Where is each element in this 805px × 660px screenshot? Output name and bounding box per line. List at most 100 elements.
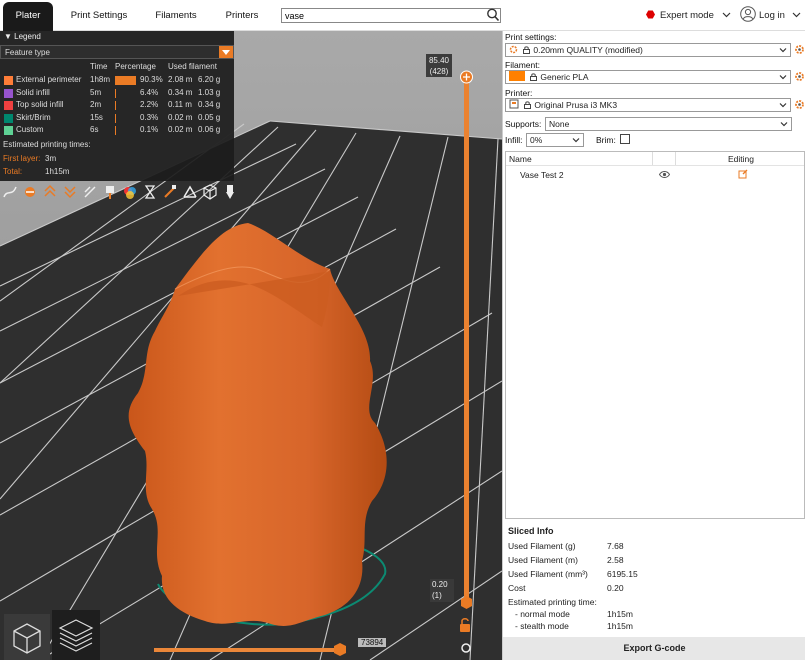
collapse-icon: ▼ — [4, 32, 15, 41]
infill-combo[interactable]: 0% — [526, 133, 584, 147]
chevron-down-icon — [779, 103, 787, 108]
legend-weight: 6.20 g — [198, 75, 221, 84]
gear-icon[interactable] — [794, 71, 805, 82]
pause-prints-icon[interactable] — [142, 183, 158, 201]
legend-percentage: 90.3% — [140, 75, 163, 84]
infill-value: 0% — [530, 135, 543, 145]
search-icon[interactable] — [486, 7, 500, 23]
top-bar: Plater Print Settings Filaments Printers… — [0, 0, 805, 31]
legend-col-used-filament: Used filament — [168, 62, 217, 71]
print-settings-combo[interactable]: 0.20mm QUALITY (modified) — [505, 43, 791, 57]
stealth-mode-value: 1h15m — [607, 621, 633, 631]
legend-length: 0.11 m — [168, 100, 192, 110]
custom-gcodes-icon[interactable] — [162, 183, 178, 201]
travel-icon[interactable] — [2, 183, 18, 201]
legend-feature-name: Skirt/Brim — [16, 112, 51, 122]
user-icon — [740, 6, 756, 22]
eye-icon[interactable] — [659, 170, 670, 179]
total-label: Total: — [3, 167, 23, 176]
filament-value: Generic PLA — [540, 72, 589, 82]
legend-feature-name: Solid infill — [16, 87, 50, 97]
legend-row[interactable]: Custom 6s 0.1% 0.02 m 0.06 g — [0, 124, 234, 136]
3d-viewport[interactable]: ▼ Legend Feature type Time Percentage Us… — [0, 31, 502, 660]
login-button[interactable]: Log in — [740, 5, 801, 27]
estimated-times-label: Estimated printing times: — [3, 140, 91, 149]
col-name-header[interactable]: Name — [509, 154, 532, 164]
tab-printers[interactable]: Printers — [218, 0, 266, 31]
cost-label: Cost — [508, 583, 526, 593]
filament-color-swatch[interactable] — [509, 71, 525, 81]
legend-row[interactable]: Skirt/Brim 15s 0.3% 0.02 m 0.05 g — [0, 112, 234, 124]
chevron-down-icon — [779, 75, 787, 80]
object-list: Name Editing Vase Test 2 — [505, 151, 805, 519]
color-changes-icon[interactable] — [122, 183, 138, 201]
supports-combo[interactable]: None — [545, 117, 792, 131]
printer-combo[interactable]: Original Prusa i3 MK3 — [505, 98, 791, 112]
layer-top-value: 85.40 — [428, 56, 450, 65]
legend-percentage: 2.2% — [140, 100, 159, 110]
cube-icon[interactable] — [202, 183, 218, 201]
view-type-label: Feature type — [5, 48, 50, 57]
layer-bottom-index: (1) — [432, 591, 442, 600]
lock-icon — [530, 73, 538, 81]
legend-row[interactable]: External perimeter 1h8m 90.3% 2.08 m 6.20 g — [0, 74, 234, 86]
filament-label: Filament: — [505, 60, 540, 70]
seams-icon[interactable] — [82, 183, 98, 201]
tool-changes-icon[interactable] — [102, 183, 118, 201]
tab-print-settings[interactable]: Print Settings — [62, 0, 136, 31]
preview-button[interactable] — [52, 610, 100, 660]
search-input[interactable] — [281, 8, 501, 23]
chevron-down-icon — [792, 12, 800, 18]
used-filament-mm3-label: Used Filament (mm³) — [508, 569, 588, 579]
legend-title: Legend — [14, 32, 41, 41]
legend-feature-name: Custom — [16, 125, 44, 135]
legend-row[interactable]: Solid infill 5m 6.4% 0.34 m 1.03 g — [0, 87, 234, 99]
legend-swatch — [4, 113, 13, 123]
tool-marker-icon[interactable] — [222, 183, 238, 201]
used-filament-m-label: Used Filament (m) — [508, 555, 578, 565]
supports-value: None — [549, 119, 570, 129]
login-label: Log in — [759, 10, 785, 21]
view-type-select[interactable]: Feature type — [0, 45, 234, 59]
chevron-down-icon — [780, 122, 788, 127]
legend-percentage: 0.1% — [140, 125, 159, 135]
brim-checkbox[interactable] — [620, 134, 630, 144]
legend-time: 6s — [90, 125, 99, 135]
legend-length: 0.34 m — [168, 87, 193, 97]
deretractions-icon[interactable] — [62, 183, 78, 201]
mode-selector[interactable]: Expert mode — [646, 8, 731, 24]
retractions-icon[interactable] — [42, 183, 58, 201]
used-filament-mm3-value: 6195.15 — [607, 569, 638, 579]
used-filament-g-label: Used Filament (g) — [508, 541, 576, 551]
supports-label: Supports: — [505, 119, 542, 129]
legend-header[interactable]: ▼ Legend — [0, 31, 234, 43]
legend-percentage: 6.4% — [140, 87, 159, 97]
edit-icon[interactable] — [738, 169, 748, 179]
lock-icon — [524, 101, 532, 109]
legend-feature-name: External perimeter — [16, 75, 82, 84]
legend-weight: 1.03 g — [198, 87, 221, 97]
tab-plater[interactable]: Plater — [3, 2, 53, 31]
legend-time: 2m — [90, 100, 102, 110]
legend-row[interactable]: Top solid infill 2m 2.2% 0.11 m 0.34 g — [0, 99, 234, 111]
gear-icon[interactable] — [794, 99, 805, 110]
object-row[interactable]: Vase Test 2 — [506, 168, 804, 182]
col-editing-header[interactable]: Editing — [728, 154, 754, 164]
used-filament-m-value: 2.58 — [607, 555, 624, 565]
gear-icon[interactable] — [794, 44, 805, 55]
shells-icon[interactable] — [182, 183, 198, 201]
legend-percentage-bar — [115, 76, 136, 85]
legend-length: 0.02 m — [168, 125, 193, 135]
3d-view-button[interactable] — [4, 614, 50, 660]
legend-weight: 0.05 g — [198, 112, 221, 122]
export-gcode-button[interactable]: Export G-code — [503, 637, 805, 660]
legend-panel: ▼ Legend Feature type Time Percentage Us… — [0, 31, 234, 181]
chevron-down-icon — [572, 138, 580, 143]
wipe-icon[interactable] — [22, 183, 38, 201]
legend-feature-name: Top solid infill — [16, 100, 64, 110]
layer-bottom-label: 0.20 (1) — [430, 579, 454, 602]
tab-filaments[interactable]: Filaments — [148, 0, 204, 31]
chevron-down-icon — [722, 12, 730, 18]
layer-bottom-value: 0.20 — [432, 580, 448, 589]
filament-combo[interactable]: Generic PLA — [505, 70, 791, 84]
